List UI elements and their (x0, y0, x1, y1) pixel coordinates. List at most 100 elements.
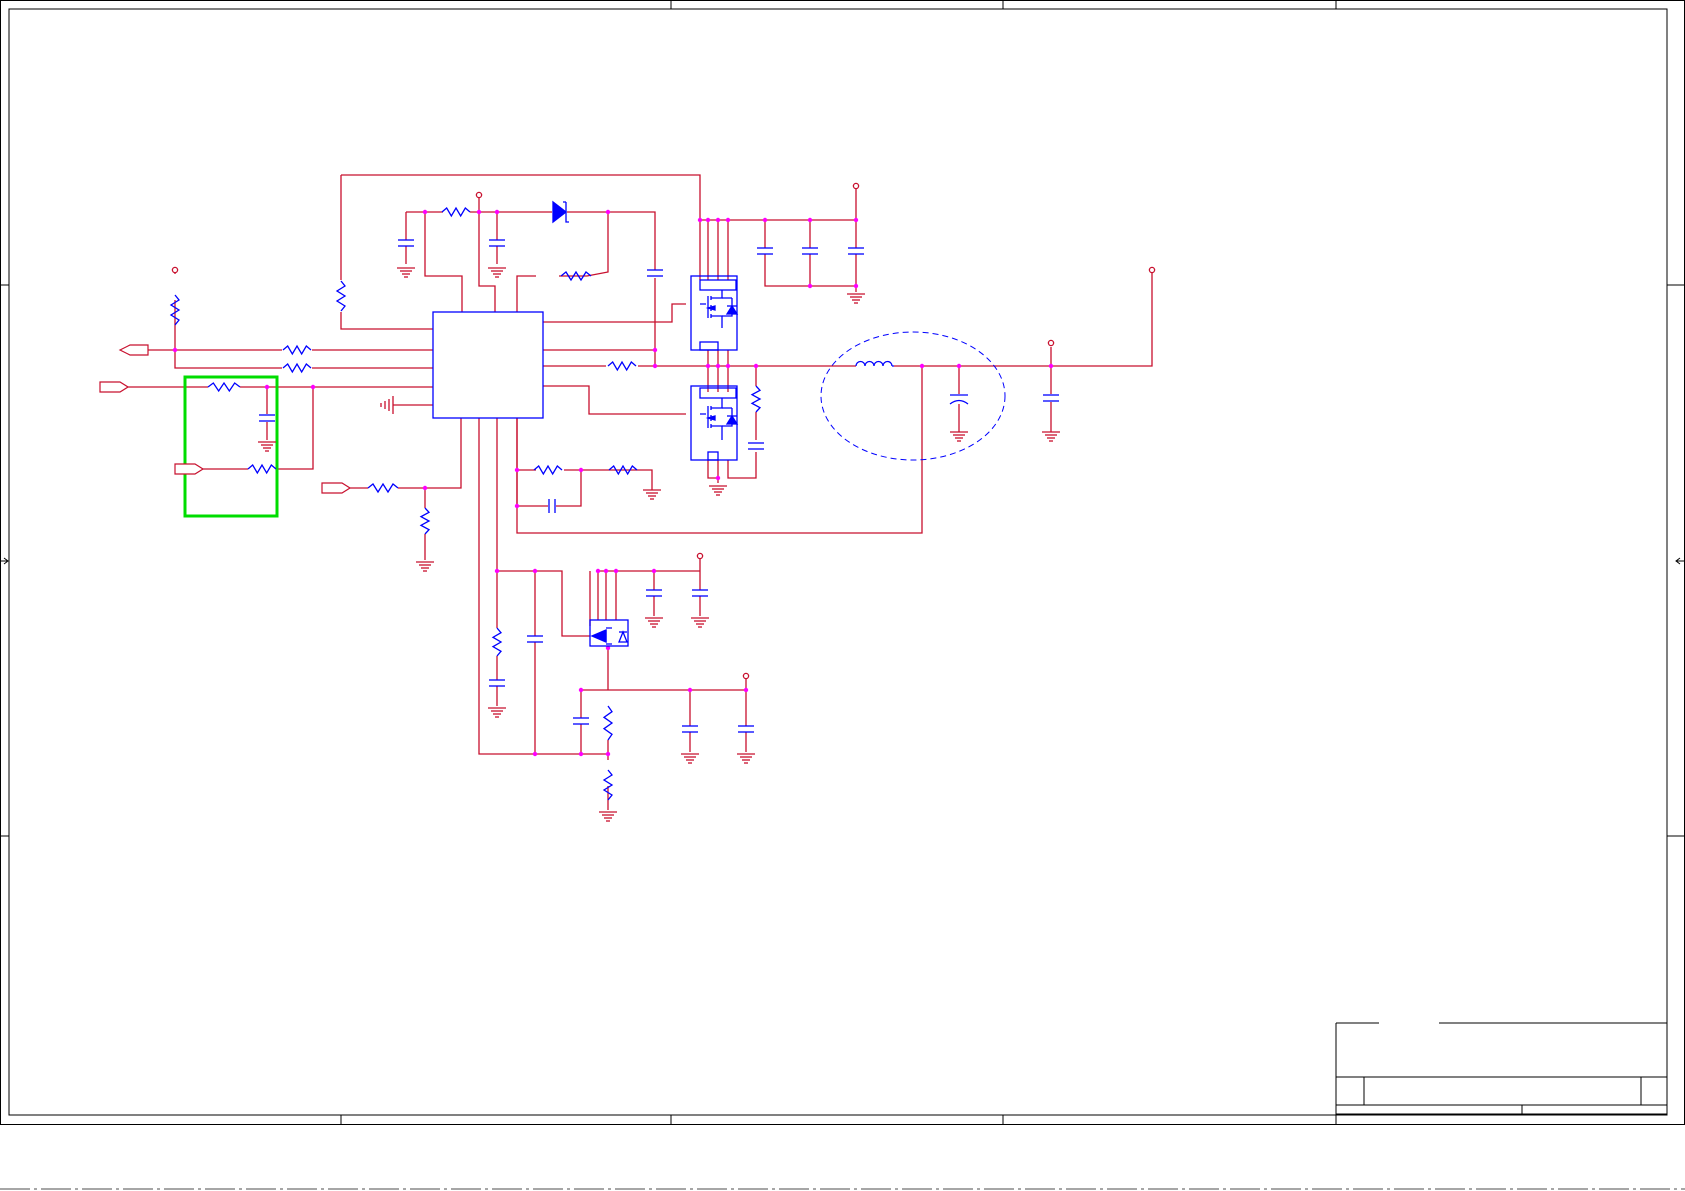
ground-symbol (645, 617, 663, 628)
junction-dot (853, 217, 859, 223)
sheet-border (0, 0, 1685, 1125)
ground-symbol (737, 753, 755, 764)
capacitor[interactable] (398, 239, 414, 247)
capacitor[interactable] (1043, 394, 1059, 402)
capacitor[interactable] (489, 239, 505, 247)
capacitor[interactable] (692, 589, 708, 597)
junction-dot (514, 467, 520, 473)
junction-dot (578, 467, 584, 473)
junction-dots (172, 209, 1054, 757)
capacitor[interactable] (646, 589, 662, 597)
resistor[interactable] (607, 360, 637, 372)
junction-dot (613, 568, 619, 574)
junction-dot (476, 209, 482, 215)
junction-dot (715, 363, 721, 369)
junction-dot (532, 568, 538, 574)
junction-dot (956, 363, 962, 369)
capacitor[interactable] (738, 725, 754, 733)
junction-dot (919, 363, 925, 369)
junction-dot (264, 384, 270, 390)
junction-dot (422, 485, 428, 491)
ground-symbol (258, 441, 276, 452)
junction-dot (725, 363, 731, 369)
junction-dot (853, 283, 859, 289)
filter-highlight-ellipse (820, 331, 1006, 461)
ground-symbol (847, 293, 865, 304)
resistor[interactable] (247, 463, 277, 475)
junction-dot (494, 568, 500, 574)
high-side-mosfet[interactable] (690, 275, 739, 351)
resistor[interactable] (419, 507, 431, 535)
junction-dot (578, 751, 584, 757)
low-side-mosfet[interactable] (690, 385, 739, 461)
capacitor[interactable] (527, 635, 543, 643)
junction-dot (652, 363, 658, 369)
offpage-connector[interactable] (99, 381, 130, 393)
capacitor[interactable] (748, 442, 764, 450)
offpage-connector[interactable] (118, 344, 149, 356)
ground-symbol (709, 485, 727, 496)
junction-dot (705, 217, 711, 223)
capacitor[interactable] (802, 247, 818, 255)
junction-dot (705, 363, 711, 369)
junction-dot (1048, 363, 1054, 369)
junction-dot (422, 209, 428, 215)
resistor[interactable] (441, 206, 471, 218)
capacitor[interactable] (647, 269, 663, 277)
junction-dot (807, 217, 813, 223)
polarized-capacitor[interactable] (949, 394, 969, 405)
capacitor[interactable] (259, 414, 275, 422)
capacitor[interactable] (489, 679, 505, 687)
resistor[interactable] (491, 627, 503, 657)
junction-dot (514, 503, 520, 509)
power-port-symbol (1148, 266, 1156, 274)
junction-dot (652, 347, 658, 353)
ground-symbol (681, 753, 699, 764)
resistor[interactable] (335, 280, 347, 312)
resistor[interactable] (602, 705, 614, 741)
output-inductor[interactable] (855, 360, 894, 367)
power-port-symbol (1047, 339, 1055, 347)
resistor[interactable] (750, 385, 762, 413)
capacitor[interactable] (757, 247, 773, 255)
resistor[interactable] (367, 482, 399, 494)
capacitor[interactable] (573, 717, 589, 725)
junction-dot (725, 217, 731, 223)
resistor[interactable] (207, 381, 241, 393)
junction-dot (753, 363, 759, 369)
resistor[interactable] (533, 464, 563, 476)
schematic-sheet (0, 0, 1685, 1191)
junction-dot (687, 687, 693, 693)
ground-symbol (599, 811, 617, 822)
junction-dot (605, 209, 611, 215)
ground-symbol (1042, 431, 1060, 442)
ground-symbol (950, 431, 968, 442)
power-port-symbol (742, 672, 750, 680)
junction-dot (310, 384, 316, 390)
junction-dot (807, 283, 813, 289)
junction-dot (603, 568, 609, 574)
capacitor[interactable] (848, 247, 864, 255)
junction-dot (715, 217, 721, 223)
title-block (1335, 1022, 1667, 1124)
controller-ic[interactable] (432, 311, 544, 419)
bootstrap-diode[interactable] (552, 200, 569, 224)
ground-symbol (380, 396, 394, 414)
selection-highlight-box[interactable] (183, 375, 279, 518)
capacitor[interactable] (548, 499, 556, 513)
power-port-symbol (696, 552, 704, 560)
ground-symbol (691, 617, 709, 628)
power-port-symbol (171, 266, 179, 274)
offpage-connector[interactable] (321, 482, 352, 494)
resistor[interactable] (282, 344, 312, 356)
ground-symbol (488, 267, 506, 278)
junction-dot (494, 209, 500, 215)
passive-components (99, 182, 1156, 822)
junction-dot (172, 347, 178, 353)
ground-symbol (488, 707, 506, 718)
capacitor[interactable] (682, 725, 698, 733)
resistor[interactable] (282, 362, 312, 374)
offpage-connector[interactable] (174, 463, 205, 475)
ldo-pass-transistor[interactable] (589, 619, 629, 647)
ground-symbol (397, 267, 415, 278)
